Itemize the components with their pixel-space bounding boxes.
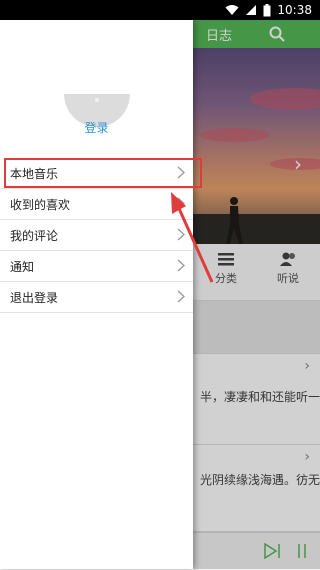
- menu-item-label: 收到的喜欢: [10, 198, 71, 212]
- menu-item-received-likes[interactable]: 收到的喜欢: [0, 189, 193, 220]
- signal-icon: [246, 5, 257, 15]
- status-icons: 10:38: [225, 3, 312, 17]
- chevron-right-icon: [177, 290, 185, 303]
- menu-item-label: 通知: [10, 260, 35, 274]
- battery-icon: [263, 3, 271, 16]
- avatar-dot: [95, 98, 99, 102]
- menu-item-label: 我的评论: [10, 229, 59, 243]
- navigation-drawer: 登录 本地音乐 收到的喜欢 我的评论 通知 退出登录: [0, 20, 202, 569]
- login-link[interactable]: 登录: [0, 119, 193, 136]
- chevron-right-icon: [177, 228, 185, 241]
- status-bar: 10:38: [0, 0, 320, 20]
- menu-item-label: 退出登录: [10, 291, 59, 305]
- chevron-right-icon: [177, 259, 185, 272]
- menu-item-notifications[interactable]: 通知: [0, 251, 193, 282]
- menu-item-my-comments[interactable]: 我的评论: [0, 220, 193, 251]
- chevron-right-icon: [177, 197, 185, 210]
- wifi-icon: [225, 5, 239, 15]
- menu-item-logout[interactable]: 退出登录: [0, 282, 193, 313]
- highlight-box: [4, 158, 202, 188]
- status-time: 10:38: [277, 3, 312, 17]
- drawer-scrim[interactable]: [193, 20, 320, 569]
